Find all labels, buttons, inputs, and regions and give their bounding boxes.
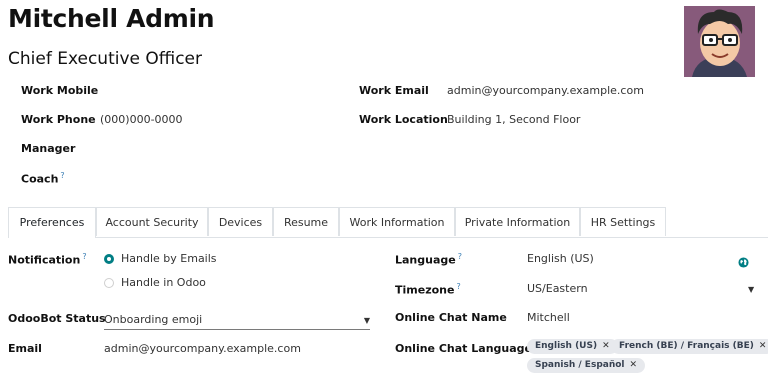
- remove-tag-icon[interactable]: ✕: [602, 341, 610, 351]
- timezone-label-text: Timezone: [395, 283, 455, 297]
- odoobot-status-select[interactable]: Onboarding emoji ▼: [104, 311, 370, 330]
- radio-label-handle-by-emails[interactable]: Handle by Emails: [121, 252, 217, 265]
- avatar[interactable]: [684, 6, 755, 77]
- work-phone-label: Work Phone: [21, 113, 96, 126]
- notification-label-text: Notification: [8, 253, 81, 267]
- employee-name[interactable]: Mitchell Admin: [8, 4, 215, 33]
- caret-down-icon[interactable]: ▼: [748, 285, 754, 294]
- timezone-help-icon[interactable]: ?: [456, 282, 460, 291]
- language-select[interactable]: English (US): [527, 252, 594, 265]
- tab-devices[interactable]: Devices: [208, 207, 273, 236]
- language-label-text: Language: [395, 253, 456, 267]
- tab-preferences[interactable]: Preferences: [8, 207, 96, 238]
- work-email-field[interactable]: admin@yourcompany.example.com: [447, 84, 644, 97]
- language-label: Language?: [395, 252, 462, 267]
- work-location-field[interactable]: Building 1, Second Floor: [447, 113, 580, 126]
- email-label: Email: [8, 342, 42, 355]
- notification-label: Notification?: [8, 252, 87, 267]
- remove-tag-icon[interactable]: ✕: [759, 341, 767, 351]
- timezone-select[interactable]: US/Eastern: [527, 282, 588, 295]
- notebook-tabs: Preferences Account Security Devices Res…: [8, 207, 768, 238]
- online-chat-name-field[interactable]: Mitchell: [527, 311, 570, 324]
- manager-label: Manager: [21, 142, 76, 155]
- timezone-label: Timezone?: [395, 282, 461, 297]
- tag-french-be: French (BE) / Français (BE) ✕: [611, 339, 768, 354]
- radio-handle-in-odoo[interactable]: [104, 278, 114, 288]
- radio-handle-by-emails[interactable]: [104, 254, 114, 264]
- tag-spanish: Spanish / Español ✕: [527, 358, 646, 373]
- avatar-illustration: [684, 6, 755, 77]
- radio-label-handle-in-odoo[interactable]: Handle in Odoo: [121, 276, 206, 289]
- tag-label: English (US): [535, 341, 598, 351]
- globe-icon[interactable]: [738, 253, 749, 268]
- work-mobile-label: Work Mobile: [21, 84, 99, 97]
- work-email-label: Work Email: [359, 84, 429, 97]
- online-chat-name-label: Online Chat Name: [395, 311, 507, 324]
- tag-label: Spanish / Español: [535, 360, 625, 370]
- tab-resume[interactable]: Resume: [273, 207, 339, 236]
- tab-hr-settings[interactable]: HR Settings: [580, 207, 666, 236]
- tag-label: French (BE) / Français (BE): [619, 341, 754, 351]
- notification-help-icon[interactable]: ?: [82, 252, 86, 261]
- tab-work-information[interactable]: Work Information: [339, 207, 455, 236]
- tab-private-information[interactable]: Private Information: [455, 207, 580, 236]
- odoobot-status-value: Onboarding emoji: [104, 313, 203, 326]
- tab-account-security[interactable]: Account Security: [96, 207, 208, 236]
- coach-label-text: Coach: [21, 172, 59, 186]
- job-title[interactable]: Chief Executive Officer: [8, 49, 202, 69]
- coach-help-icon[interactable]: ?: [60, 171, 64, 180]
- coach-label: Coach?: [21, 171, 65, 186]
- odoobot-status-label: OdooBot Status: [8, 312, 106, 325]
- work-phone-field[interactable]: (000)000-0000: [100, 113, 183, 126]
- remove-tag-icon[interactable]: ✕: [630, 360, 638, 370]
- online-chat-language-label: Online Chat Language: [395, 342, 532, 355]
- language-help-icon[interactable]: ?: [458, 252, 462, 261]
- caret-down-icon: ▼: [363, 316, 370, 325]
- email-field[interactable]: admin@yourcompany.example.com: [104, 342, 301, 355]
- work-location-label: Work Location: [359, 113, 448, 126]
- tag-english-us: English (US) ✕: [527, 339, 618, 354]
